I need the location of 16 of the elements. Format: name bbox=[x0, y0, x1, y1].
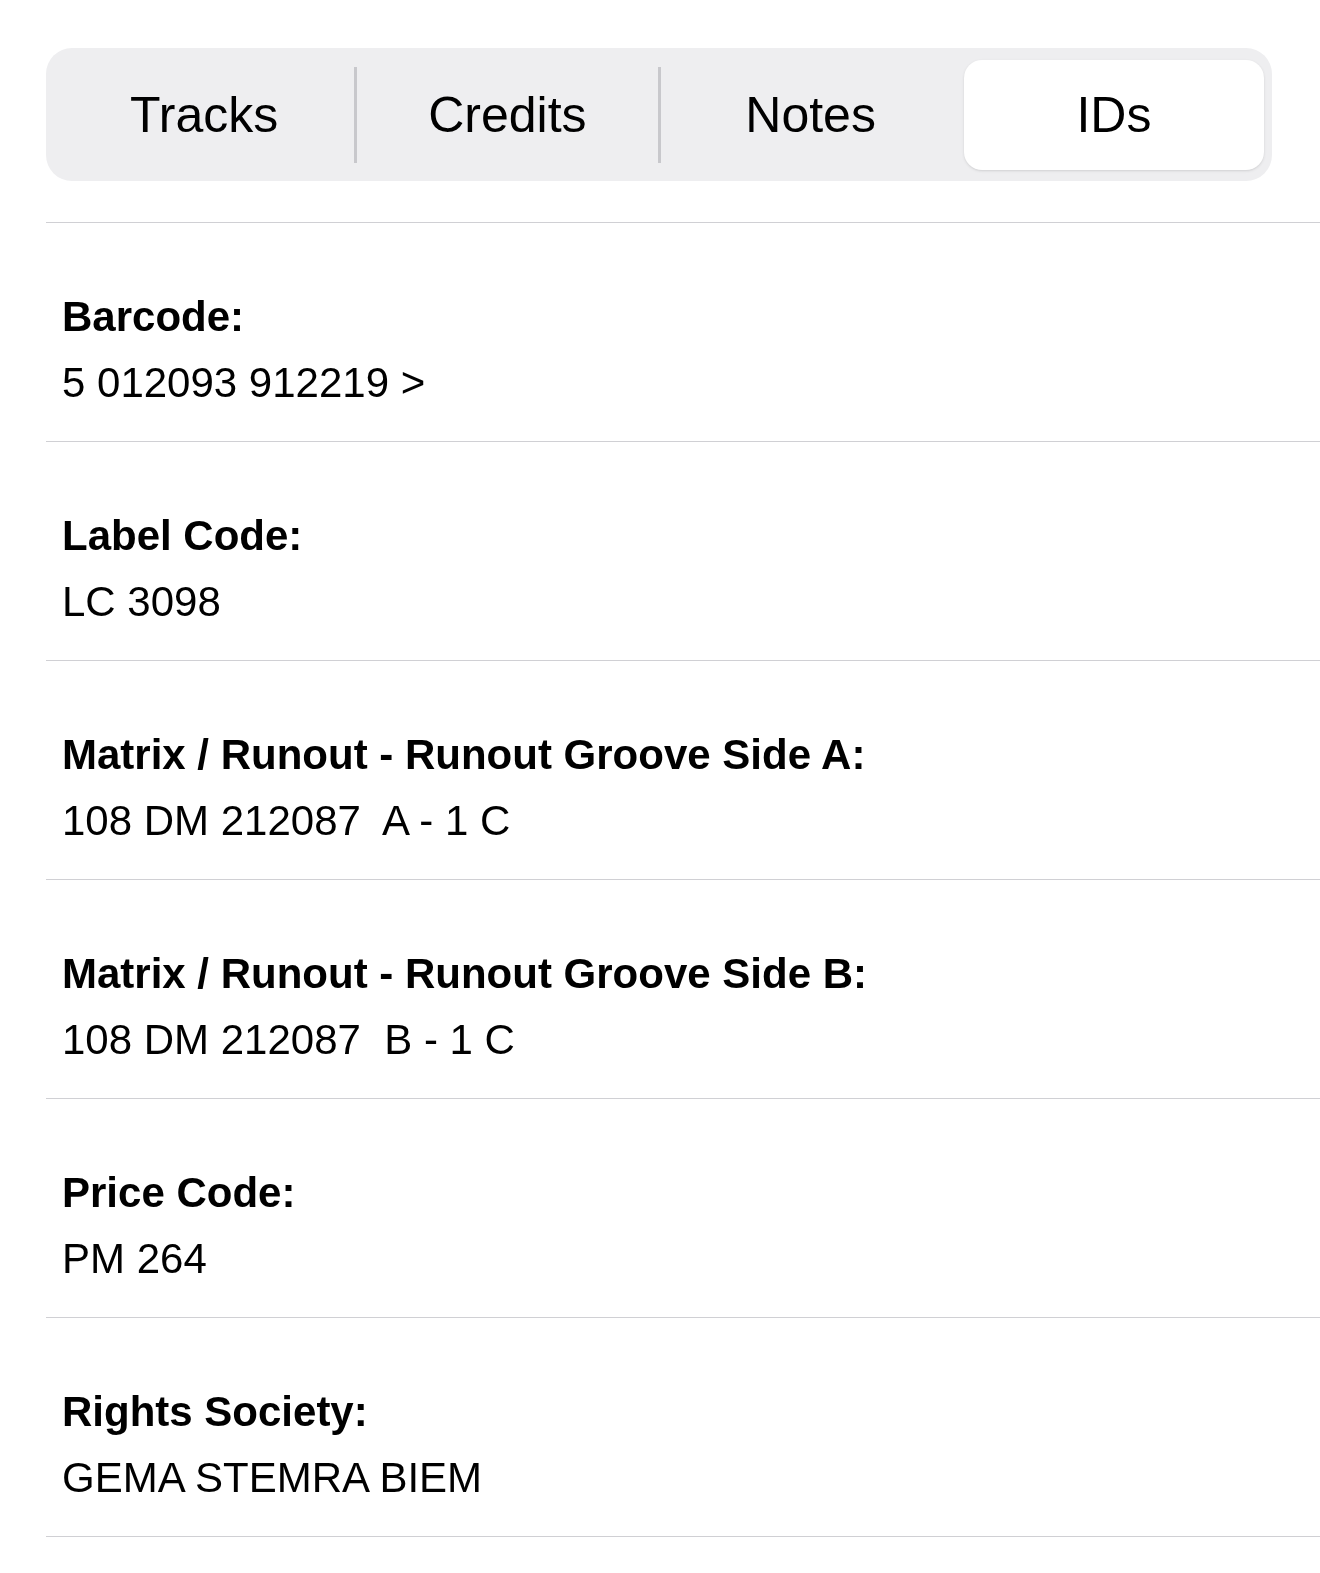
field-label: Matrix / Runout - Runout Groove Side A: bbox=[62, 730, 866, 780]
field-label: Rights Society: bbox=[62, 1387, 368, 1437]
field-value: 108 DM 212087 A - 1 C bbox=[62, 796, 511, 846]
tab[interactable]: IDs bbox=[963, 59, 1264, 170]
field-value: LC 3098 bbox=[62, 577, 221, 627]
field-value: PM 264 bbox=[62, 1234, 207, 1284]
tab[interactable]: Notes bbox=[660, 59, 961, 170]
tab[interactable]: Tracks bbox=[54, 59, 355, 170]
field-value: GEMA STEMRA BIEM bbox=[62, 1453, 483, 1503]
field-label: Price Code: bbox=[62, 1168, 296, 1218]
field-value: 5 012093 912219 > bbox=[62, 358, 426, 408]
tab[interactable]: Credits bbox=[357, 59, 658, 170]
field-label: Matrix / Runout - Runout Groove Side B: bbox=[62, 949, 867, 999]
field-label: Barcode: bbox=[62, 292, 245, 342]
field-value: 108 DM 212087 B - 1 C bbox=[62, 1015, 515, 1065]
field-label: Label Code: bbox=[62, 511, 303, 561]
